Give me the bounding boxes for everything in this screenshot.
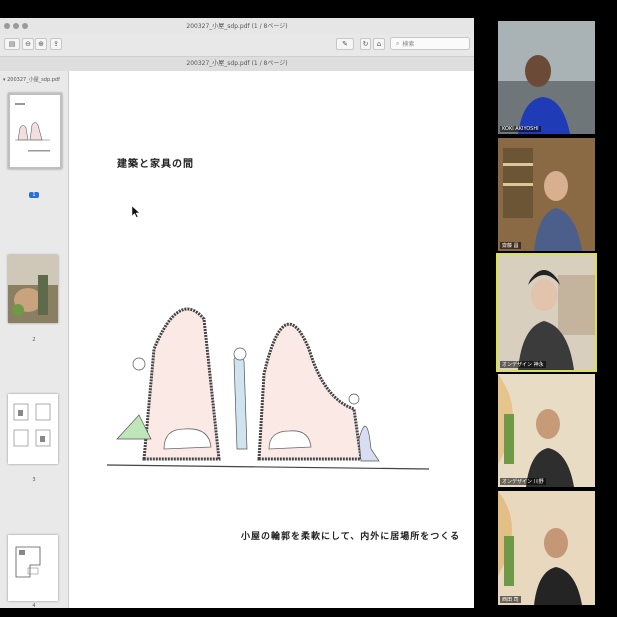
- participant-video-5: [498, 491, 595, 605]
- sidebar-toggle-button[interactable]: ▤: [4, 38, 20, 50]
- participant-name-2: 齋藤 昌: [500, 242, 521, 249]
- page-number-3: 3: [32, 477, 36, 483]
- thumbnail-4-preview: [15, 546, 41, 578]
- markup-button[interactable]: ✎: [336, 38, 354, 50]
- page-thumbnail-3[interactable]: [8, 394, 58, 464]
- share-icon: ⇪: [53, 40, 59, 48]
- page-number-4: 4: [32, 603, 36, 608]
- participant-tile-4[interactable]: オンデザイン 川野: [498, 374, 595, 487]
- participant-video-2: [498, 138, 595, 251]
- thumbnail-sidebar: ▾ 200327_小屋_sdp.pdf 1 2 3 4: [0, 71, 69, 608]
- page-thumbnail-2[interactable]: [8, 255, 58, 323]
- participant-name-5: 西田 司: [500, 596, 521, 603]
- rotate-button[interactable]: ↻: [360, 38, 371, 50]
- pdf-page-canvas[interactable]: 建築と家具の間 小屋の輪郭を柔軟にして、内外に居場所をつくる: [69, 71, 474, 608]
- toolbox-button[interactable]: ⌂: [373, 38, 385, 50]
- participant-video-3: [498, 255, 595, 370]
- thumbnail-3-preview: [13, 403, 51, 447]
- page-caption: 小屋の輪郭を柔軟にして、内外に居場所をつくる: [241, 532, 461, 542]
- search-icon: ⌕: [396, 39, 400, 47]
- participant-name-1: KOKI AKIYOSHI: [500, 126, 541, 132]
- participant-tile-3-active-speaker[interactable]: オンデザイン 神永: [498, 255, 595, 370]
- share-button[interactable]: ⇪: [50, 38, 62, 50]
- page-number-1: 1: [29, 192, 39, 198]
- page-number-2: 2: [32, 337, 36, 343]
- participant-tile-5[interactable]: 西田 司: [498, 491, 595, 605]
- zoom-out-button[interactable]: ⊖: [22, 38, 34, 50]
- pen-icon: ✎: [342, 40, 348, 48]
- search-placeholder: 検索: [402, 41, 415, 48]
- zoom-in-button[interactable]: ⊕: [35, 38, 47, 50]
- rotate-icon: ↻: [362, 40, 369, 48]
- participant-name-4: オンデザイン 川野: [500, 478, 546, 485]
- page-thumbnail-4[interactable]: [8, 535, 58, 601]
- sidebar-doc-name: 200327_小屋_sdp.pdf: [7, 77, 60, 83]
- participant-name-3: オンデザイン 神永: [500, 361, 546, 368]
- participant-tile-1[interactable]: KOKI AKIYOSHI: [498, 21, 595, 134]
- participant-video-4: [498, 374, 595, 487]
- hut-section-drawing: [106, 307, 430, 470]
- thumbnail-2-preview: [8, 255, 58, 323]
- document-title-bar: 200327_小屋_sdp.pdf (1 / 8ページ): [0, 56, 474, 72]
- page-thumbnail-1[interactable]: [8, 93, 62, 169]
- mouse-cursor-icon: [131, 205, 141, 218]
- toolbar: ▤ ⊖ ⊕ ⇪ ✎ ↻ ⌂ ⌕ 検索: [0, 34, 474, 56]
- sidebar-icon: ▤: [8, 40, 16, 48]
- participant-tile-2[interactable]: 齋藤 昌: [498, 138, 595, 251]
- thumbnail-1-preview: [15, 103, 50, 152]
- pdf-viewer-window: 200327_小屋_sdp.pdf (1 / 8ページ) ▤ ⊖ ⊕ ⇪ ✎ ↻…: [0, 18, 474, 608]
- toolbox-icon: ⌂: [376, 40, 382, 48]
- search-field[interactable]: ⌕ 検索: [390, 37, 470, 50]
- page-heading: 建築と家具の間: [117, 159, 194, 170]
- window-title: 200327_小屋_sdp.pdf (1 / 8ページ): [186, 23, 288, 30]
- zoom-out-icon: ⊖: [25, 40, 31, 48]
- zoom-in-icon: ⊕: [38, 40, 44, 48]
- sidebar-header[interactable]: ▾ 200327_小屋_sdp.pdf: [3, 76, 60, 83]
- participant-video-1: [498, 21, 595, 134]
- title-bar: 200327_小屋_sdp.pdf (1 / 8ページ): [0, 18, 474, 35]
